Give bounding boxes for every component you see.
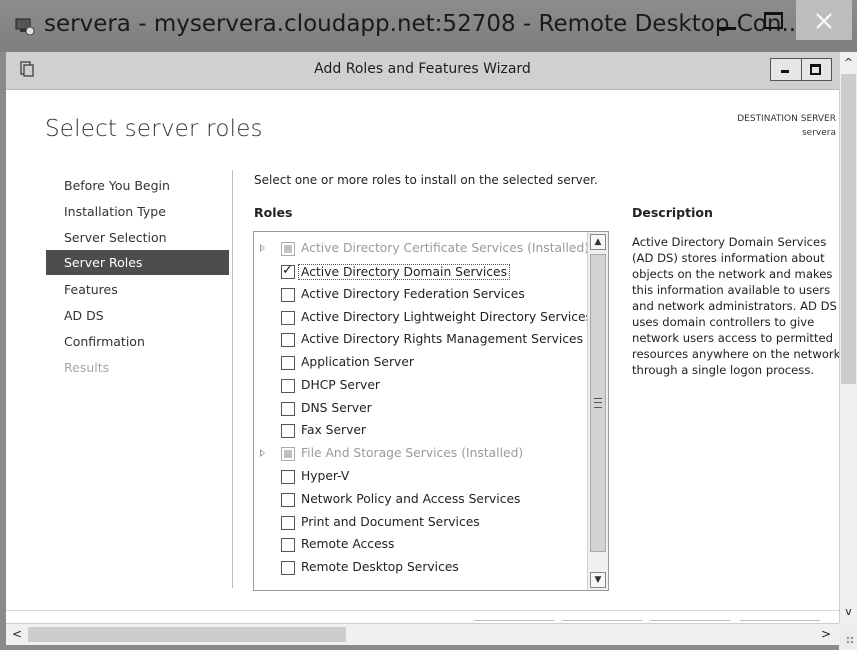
expand-arrow-icon[interactable] xyxy=(260,449,265,457)
role-label: DNS Server xyxy=(301,401,372,415)
maximize-button[interactable] xyxy=(750,0,796,40)
role-label: Active Directory Lightweight Directory S… xyxy=(301,310,593,324)
role-checkbox[interactable] xyxy=(281,379,295,393)
nav-ad-ds[interactable]: AD DS xyxy=(46,303,229,328)
scroll-up-icon[interactable]: ▲ xyxy=(590,234,606,250)
role-label: Remote Desktop Services xyxy=(301,560,459,574)
role-label: DHCP Server xyxy=(301,378,380,392)
role-checkbox[interactable] xyxy=(281,470,295,484)
footer-divider xyxy=(6,610,839,611)
page-title: Select server roles xyxy=(45,116,263,142)
remote-session: Add Roles and Features Wizard Select ser… xyxy=(6,52,839,623)
chevron-right-icon[interactable]: > xyxy=(818,626,834,642)
session-vertical-thumb[interactable] xyxy=(841,74,856,384)
role-checkbox xyxy=(281,242,295,256)
role-row[interactable]: File And Storage Services (Installed) xyxy=(256,443,587,465)
role-checkbox[interactable] xyxy=(281,538,295,552)
description-heading: Description xyxy=(632,205,713,220)
nav-server-selection[interactable]: Server Selection xyxy=(46,225,229,250)
role-row[interactable]: Active Directory Lightweight Directory S… xyxy=(256,307,592,329)
role-checkbox[interactable] xyxy=(281,424,295,438)
role-label: Active Directory Rights Management Servi… xyxy=(301,332,583,346)
nav-server-roles[interactable]: Server Roles xyxy=(46,250,229,275)
role-checkbox[interactable] xyxy=(281,402,295,416)
role-row[interactable]: Fax Server xyxy=(256,420,587,442)
role-row[interactable]: DHCP Server xyxy=(256,375,587,397)
chevron-left-icon[interactable]: < xyxy=(9,626,25,642)
wizard-title: Add Roles and Features Wizard xyxy=(314,61,531,77)
role-label: Hyper-V xyxy=(301,469,350,483)
rdp-title-bar[interactable]: servera - myservera.cloudapp.net:52708 -… xyxy=(0,0,857,52)
role-row[interactable]: DNS Server xyxy=(256,398,587,420)
nav-before-you-begin[interactable]: Before You Begin xyxy=(46,173,229,198)
role-row[interactable]: Remote Desktop Services xyxy=(256,557,587,579)
chevron-up-icon[interactable]: ^ xyxy=(840,54,857,72)
resize-grip-icon xyxy=(846,636,854,644)
role-checkbox[interactable] xyxy=(281,493,295,507)
role-label: Active Directory Federation Services xyxy=(301,287,525,301)
role-checkbox[interactable] xyxy=(281,561,295,575)
role-checkbox[interactable] xyxy=(281,311,295,325)
role-row[interactable]: Print and Document Services xyxy=(256,512,587,534)
role-label: Active Directory Domain Services xyxy=(298,264,511,280)
role-checkbox[interactable] xyxy=(281,516,295,530)
chevron-down-icon[interactable]: v xyxy=(840,603,857,621)
wizard-title-bar[interactable]: Add Roles and Features Wizard xyxy=(6,52,839,90)
role-checkbox xyxy=(281,447,295,461)
role-checkbox[interactable] xyxy=(281,333,295,347)
scroll-down-icon[interactable]: ▼ xyxy=(590,572,606,588)
rdp-window-title: servera - myservera.cloudapp.net:52708 -… xyxy=(44,11,804,37)
role-row[interactable]: Network Policy and Access Services xyxy=(256,489,587,511)
nav-features[interactable]: Features xyxy=(46,277,229,302)
grip-icon xyxy=(594,398,602,408)
wizard-window-controls xyxy=(770,58,832,81)
role-label: Application Server xyxy=(301,355,414,369)
nav-installation-type[interactable]: Installation Type xyxy=(46,199,229,224)
nav-results: Results xyxy=(64,360,110,375)
role-row[interactable]: Application Server xyxy=(256,352,587,374)
session-horizontal-scrollbar[interactable]: < > xyxy=(6,623,839,645)
destination-server-value: servera xyxy=(801,128,836,138)
destination-server-label: DESTINATION SERVER xyxy=(737,114,836,124)
role-row[interactable]: Active Directory Federation Services xyxy=(256,284,587,306)
role-checkbox[interactable] xyxy=(281,288,295,302)
roles-heading: Roles xyxy=(254,205,293,220)
role-row[interactable]: Active Directory Domain Services xyxy=(256,261,587,283)
wizard-maximize-button[interactable] xyxy=(801,59,831,80)
role-label: Network Policy and Access Services xyxy=(301,492,521,506)
roles-scrollbar[interactable]: ▲ ▼ xyxy=(587,232,608,590)
role-row[interactable]: Hyper-V xyxy=(256,466,587,488)
wizard-minimize-button[interactable] xyxy=(771,59,802,80)
session-horizontal-thumb[interactable] xyxy=(28,627,346,642)
role-checkbox[interactable] xyxy=(281,263,295,279)
nav-divider xyxy=(232,170,233,588)
role-row[interactable]: Remote Access xyxy=(256,534,587,556)
session-vertical-scrollbar[interactable]: ^ v xyxy=(839,52,857,623)
roles-list[interactable]: Active Directory Certificate Services (I… xyxy=(253,231,609,591)
minimize-button[interactable] xyxy=(704,0,750,40)
description-text: Active Directory Domain Services (AD DS)… xyxy=(632,235,839,377)
role-label: Active Directory Certificate Services (I… xyxy=(301,241,590,255)
role-label: File And Storage Services (Installed) xyxy=(301,446,524,460)
role-row[interactable]: Active Directory Certificate Services (I… xyxy=(256,238,590,260)
roles-scroll-thumb[interactable] xyxy=(590,254,606,552)
remote-desktop-icon xyxy=(15,18,35,36)
nav-confirmation[interactable]: Confirmation xyxy=(46,329,229,354)
instruction-text: Select one or more roles to install on t… xyxy=(254,173,598,187)
resize-corner[interactable] xyxy=(839,623,857,650)
role-label: Print and Document Services xyxy=(301,515,480,529)
role-checkbox[interactable] xyxy=(281,356,295,370)
role-label: Fax Server xyxy=(301,423,366,437)
role-label: Remote Access xyxy=(301,537,395,551)
close-button[interactable] xyxy=(796,0,852,40)
role-row[interactable]: Active Directory Rights Management Servi… xyxy=(256,329,587,351)
expand-arrow-icon[interactable] xyxy=(260,244,265,252)
